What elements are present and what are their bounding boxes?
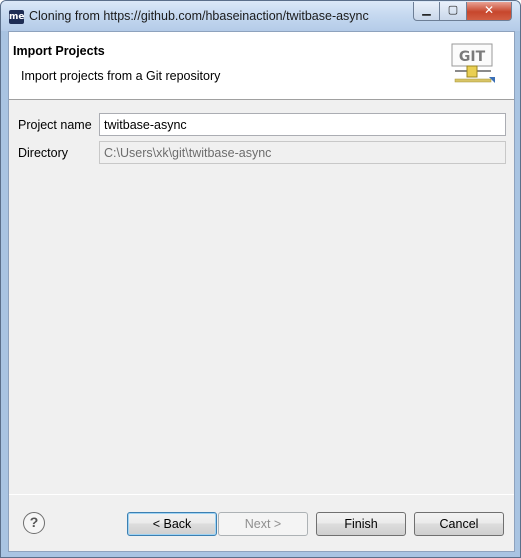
project-name-row: Project name	[9, 113, 514, 137]
window-title: Cloning from https://github.com/hbaseina…	[29, 9, 369, 23]
title-bar[interactable]: me Cloning from https://github.com/hbase…	[1, 1, 520, 31]
finish-button[interactable]: Finish	[316, 512, 406, 536]
git-icon-label: GIT	[459, 49, 486, 65]
cancel-button[interactable]: Cancel	[414, 512, 504, 536]
project-name-input[interactable]	[99, 113, 506, 136]
git-icon: GIT	[451, 43, 495, 83]
footer-separator	[9, 494, 514, 495]
page-title: Import Projects	[13, 44, 105, 58]
maximize-button[interactable]: ▢	[440, 2, 467, 21]
app-icon: me	[9, 10, 25, 24]
dialog-body: Import Projects Import projects from a G…	[8, 31, 515, 552]
help-button[interactable]: ?	[23, 512, 45, 534]
dialog-window: me Cloning from https://github.com/hbase…	[0, 0, 521, 558]
directory-row: Directory	[9, 141, 514, 165]
page-description: Import projects from a Git repository	[21, 69, 221, 83]
back-button[interactable]: < Back	[127, 512, 217, 536]
directory-label: Directory	[18, 146, 69, 160]
close-button[interactable]: ✕	[467, 2, 512, 21]
minimize-button[interactable]: ▁	[413, 2, 440, 21]
wizard-header: Import Projects Import projects from a G…	[9, 32, 514, 100]
directory-input	[99, 141, 506, 164]
next-button[interactable]: Next >	[218, 512, 308, 536]
project-name-label: Project name	[18, 118, 92, 132]
